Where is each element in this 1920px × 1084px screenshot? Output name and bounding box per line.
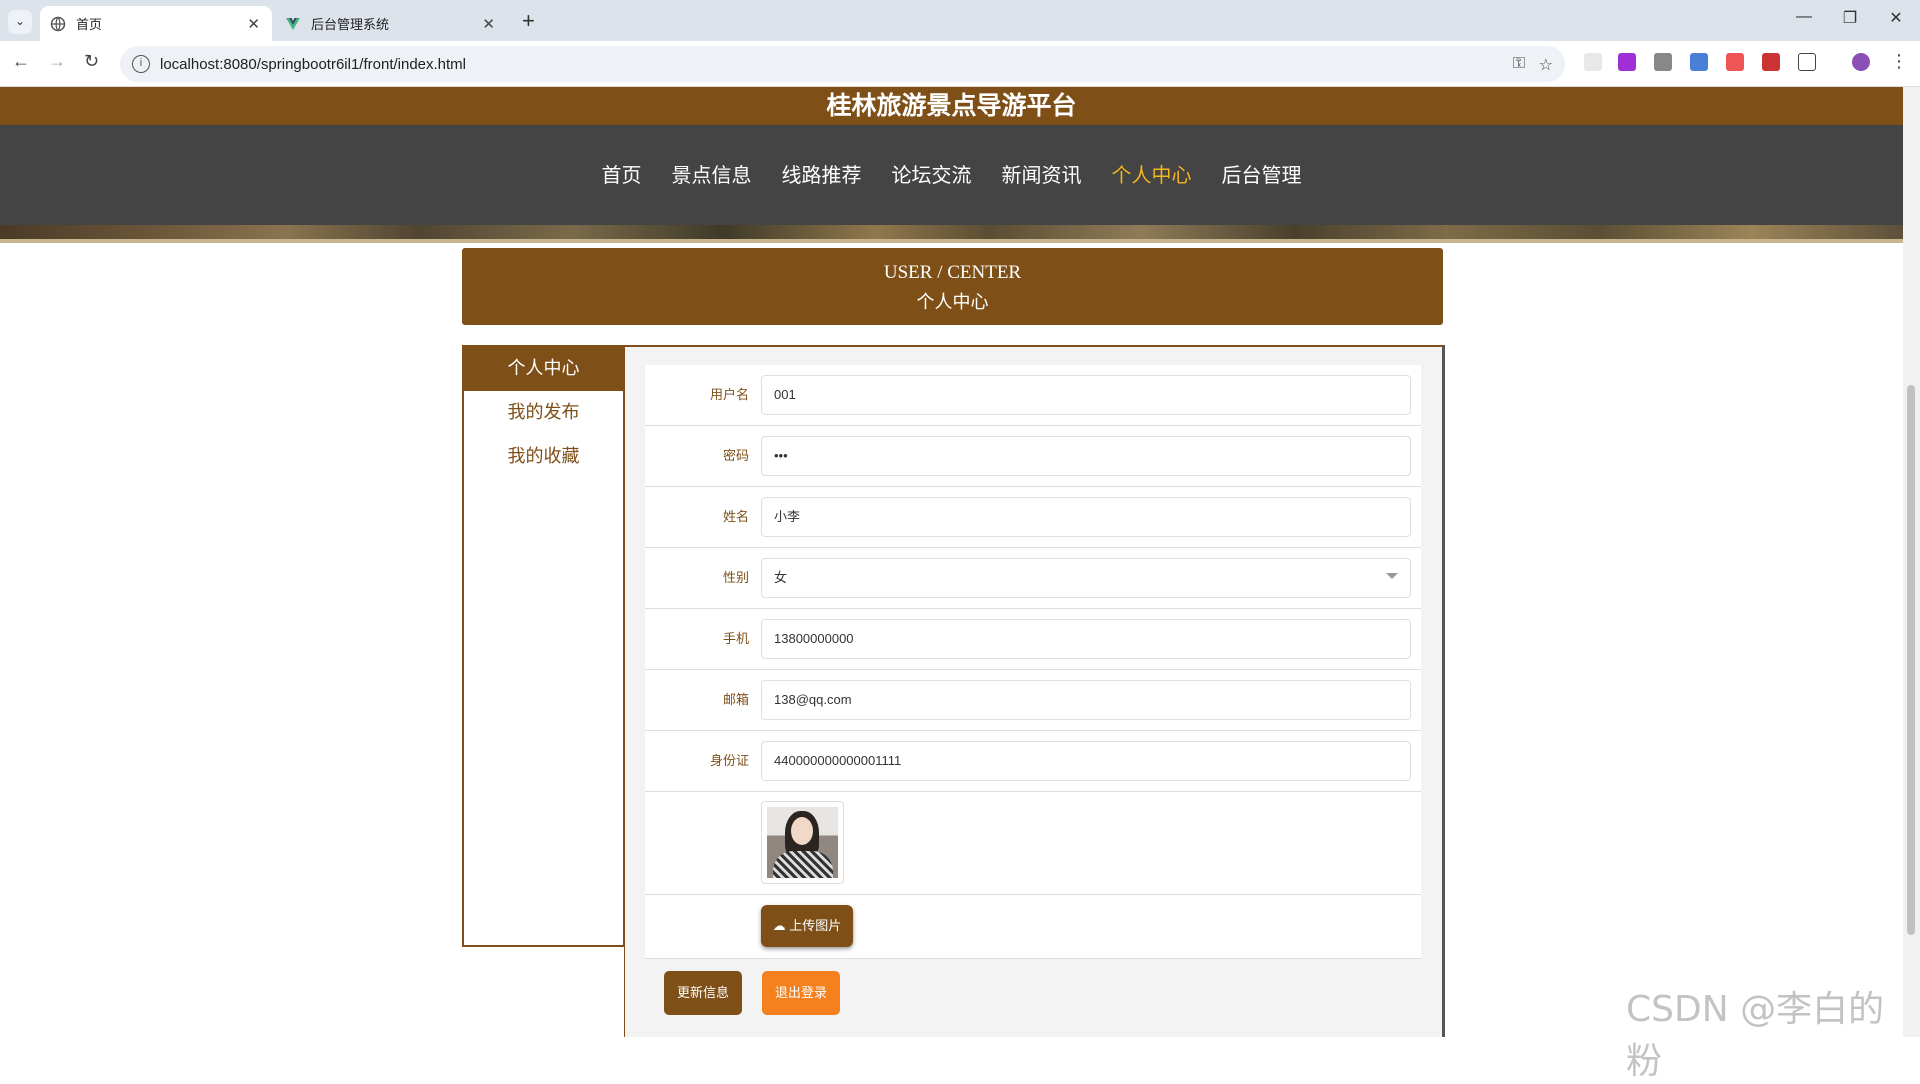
nav-news[interactable]: 新闻资讯 (987, 159, 1097, 188)
email-label: 邮箱 (722, 692, 749, 707)
tab-close-icon[interactable]: ✕ (482, 15, 495, 33)
upload-image-button[interactable]: ☁ 上传图片 (761, 905, 853, 947)
name-input[interactable]: 小李 (761, 497, 1411, 537)
profile-form: 用户名 001 密码 ••• 姓名 小李 性别 女 手机 13800000000… (645, 365, 1421, 959)
extensions-puzzle-icon[interactable] (1798, 53, 1816, 71)
restore-button[interactable]: ❐ (1830, 8, 1870, 28)
tab-title: 首页 (76, 17, 103, 32)
extension-shield-icon[interactable] (1762, 53, 1780, 71)
tab-close-icon[interactable]: ✕ (247, 15, 260, 33)
site-title: 桂林旅游景点导游平台 (0, 87, 1903, 125)
update-info-button[interactable]: 更新信息 (664, 971, 742, 1015)
nav-attractions[interactable]: 景点信息 (657, 159, 767, 188)
form-row-upload: ☁ 上传图片 (645, 895, 1421, 959)
close-window-button[interactable]: ✕ (1876, 8, 1916, 28)
sidebar-item-my-favorites[interactable]: 我的收藏 (464, 435, 623, 479)
avatar-face-shape (791, 817, 813, 845)
address-bar[interactable]: i localhost:8080/springbootr6il1/front/i… (120, 46, 1565, 82)
sidebar-item-my-posts[interactable]: 我的发布 (464, 391, 623, 435)
extension-purple-icon[interactable] (1618, 53, 1636, 71)
form-row-email: 邮箱 138@qq.com (645, 670, 1421, 731)
section-title-cn: 个人中心 (916, 292, 989, 312)
reload-icon[interactable]: ↻ (84, 51, 99, 72)
password-input[interactable]: ••• (761, 436, 1411, 476)
form-row-gender: 性别 女 (645, 548, 1421, 609)
form-row-photo (645, 792, 1421, 895)
gender-select[interactable]: 女 (761, 558, 1411, 598)
browser-tab-bar: ⌄ 首页 ✕ 后台管理系统 ✕ + — ❐ ✕ (0, 0, 1920, 41)
gender-value: 女 (774, 570, 788, 585)
name-label: 姓名 (722, 509, 749, 524)
section-title-en: USER / CENTER (883, 262, 1022, 283)
email-input[interactable]: 138@qq.com (761, 680, 1411, 720)
bookmark-star-icon[interactable]: ☆ (1539, 55, 1553, 75)
avatar-photo (767, 807, 838, 878)
form-row-password: 密码 ••• (645, 426, 1421, 487)
minimize-button[interactable]: — (1784, 8, 1824, 26)
scrollbar-thumb[interactable] (1907, 385, 1915, 935)
username-label: 用户名 (709, 387, 749, 402)
sidebar-item-user-center[interactable]: 个人中心 (464, 347, 623, 391)
section-header: USER / CENTER 个人中心 (462, 248, 1443, 325)
profile-avatar[interactable] (1852, 53, 1870, 71)
menu-dots-icon[interactable]: ⋮ (1890, 51, 1908, 72)
extension-blue-icon[interactable] (1690, 53, 1708, 71)
back-arrow-icon[interactable]: ← (12, 51, 30, 72)
idcard-label: 身份证 (709, 753, 749, 768)
browser-tab-home[interactable]: 首页 ✕ (40, 6, 272, 41)
avatar-body-shape (773, 851, 833, 878)
chevron-down-icon (1386, 573, 1398, 579)
password-label: 密码 (722, 448, 749, 463)
cloud-upload-icon: ☁ (772, 918, 786, 933)
browser-tab-admin[interactable]: 后台管理系统 ✕ (275, 6, 507, 41)
form-row-name: 姓名 小李 (645, 487, 1421, 548)
nav-user-center[interactable]: 个人中心 (1097, 159, 1207, 188)
extension-cursor-icon[interactable] (1584, 53, 1602, 71)
url-text: localhost:8080/springbootr6il1/front/ind… (160, 55, 467, 73)
extension-red-icon[interactable] (1726, 53, 1744, 71)
tab-search-button[interactable]: ⌄ (8, 10, 32, 34)
upload-label: 上传图片 (789, 918, 842, 933)
main-nav: 首页 景点信息 线路推荐 论坛交流 新闻资讯 个人中心 后台管理 (0, 125, 1903, 225)
extension-gamepad-icon[interactable] (1654, 53, 1672, 71)
browser-toolbar: ← → ↻ i localhost:8080/springbootr6il1/f… (0, 41, 1920, 87)
nav-admin[interactable]: 后台管理 (1207, 159, 1317, 188)
nav-forum[interactable]: 论坛交流 (877, 159, 987, 188)
site-info-icon[interactable]: i (132, 55, 150, 73)
hero-image-strip (0, 225, 1903, 239)
nav-home[interactable]: 首页 (587, 159, 657, 188)
key-icon[interactable]: ⚿ (1513, 55, 1525, 73)
username-input[interactable]: 001 (761, 375, 1411, 415)
phone-input[interactable]: 13800000000 (761, 619, 1411, 659)
hero-image-edge (0, 239, 1903, 243)
nav-routes[interactable]: 线路推荐 (767, 159, 877, 188)
user-sidebar: 个人中心 我的发布 我的收藏 (462, 345, 625, 947)
gender-label: 性别 (722, 570, 749, 585)
vue-logo-icon (285, 16, 301, 32)
new-tab-button[interactable]: + (522, 8, 535, 34)
form-row-phone: 手机 13800000000 (645, 609, 1421, 670)
watermark: CSDN @李白的粉 (1626, 989, 1885, 1082)
forward-arrow-icon[interactable]: → (48, 51, 66, 72)
form-row-username: 用户名 001 (645, 365, 1421, 426)
form-row-idcard: 身份证 440000000000001111 (645, 731, 1421, 792)
idcard-input[interactable]: 440000000000001111 (761, 741, 1411, 781)
globe-icon (50, 16, 66, 32)
logout-button[interactable]: 退出登录 (762, 971, 840, 1015)
avatar-preview[interactable] (761, 801, 844, 884)
tab-title: 后台管理系统 (311, 17, 390, 32)
phone-label: 手机 (722, 631, 749, 646)
